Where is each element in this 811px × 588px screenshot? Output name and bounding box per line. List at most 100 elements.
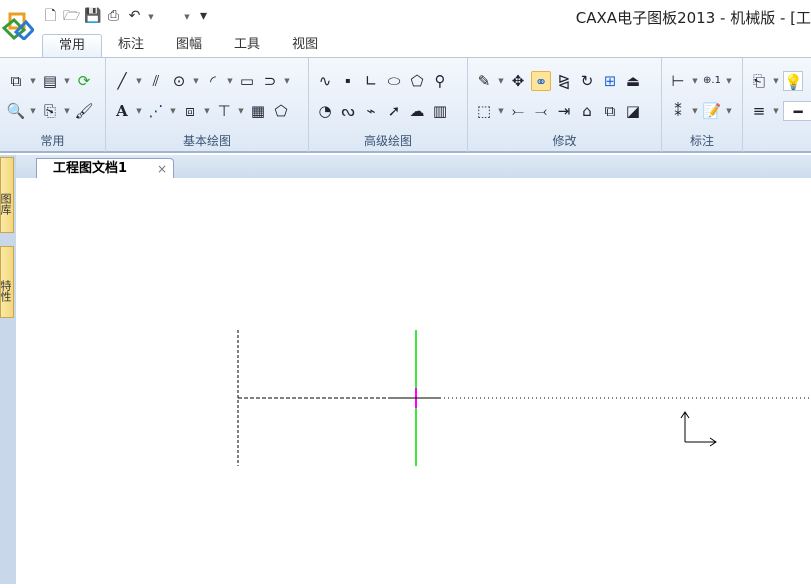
side-panel-properties[interactable]: 特性 <box>0 246 14 318</box>
group-modify: ✎ ▼ ✥ ⚭ ⧎ ↻ ⊞ ⏏ ⬚ ▼ ⤚ ⤙ ⇥ ⌂ ⧉ ◪ 修改 <box>468 58 662 152</box>
dropdown-arrow[interactable]: ▼ <box>725 107 733 115</box>
break-icon[interactable]: ⤚ <box>508 101 528 121</box>
undo-icon[interactable]: ↶ <box>126 8 143 25</box>
dropdown-arrow[interactable]: ▼ <box>283 77 291 85</box>
arrow-icon[interactable]: ➚ <box>384 101 404 121</box>
chamfer-icon[interactable]: ⌂ <box>577 101 597 121</box>
quick-access-toolbar: 🗋 🗁 💾 ⎙ ↶ ▼ ▼ ▾ <box>42 8 212 25</box>
dimension-icon[interactable]: ⊢ <box>668 71 688 91</box>
dropdown-arrow[interactable]: ▼ <box>691 107 699 115</box>
line-type-select[interactable]: ━ <box>783 101 811 121</box>
layer-icon[interactable]: ⎗ <box>749 71 769 91</box>
redo-dropdown[interactable]: ▼ <box>183 13 191 21</box>
tab-tools[interactable]: 工具 <box>218 34 276 58</box>
rotate-icon[interactable]: ↻ <box>577 71 597 91</box>
customize-icon[interactable]: ▾ <box>195 8 212 25</box>
spline-icon[interactable]: ∿ <box>315 71 335 91</box>
dropdown-arrow[interactable]: ▼ <box>725 77 733 85</box>
dropdown-arrow[interactable]: ▼ <box>192 77 200 85</box>
parallel-line-icon[interactable]: ⫽ <box>146 71 166 91</box>
layer-lightbulb-icon[interactable]: 💡 <box>783 71 803 91</box>
dropdown-arrow[interactable]: ▼ <box>203 107 211 115</box>
group-annotation: ⊢ ▼ ⊕.1 ▼ ⁑ ▼ 📝 ▼ 标注 <box>662 58 743 152</box>
tab-annotation[interactable]: 标注 <box>102 34 160 58</box>
group-label: 标注 <box>689 134 714 148</box>
break-line-icon[interactable]: ⌁ <box>361 101 381 121</box>
save-icon[interactable]: 💾 <box>84 8 101 25</box>
group-label: 修改 <box>552 134 577 148</box>
dropdown-arrow[interactable]: ▼ <box>772 77 780 85</box>
tab-view[interactable]: 视图 <box>276 34 334 58</box>
line-icon[interactable]: ╱ <box>112 71 132 91</box>
dropdown-arrow[interactable]: ▼ <box>29 107 37 115</box>
array-icon[interactable]: ⊞ <box>600 71 620 91</box>
tolerance-icon[interactable]: ⊕.1 <box>702 71 722 91</box>
group-properties: ⎗ ▼ 💡 ≡ ▼ ━ <box>743 58 811 152</box>
function-curve-icon[interactable]: ∟ <box>361 71 381 91</box>
hatch-icon[interactable]: ▦ <box>248 101 268 121</box>
dropdown-arrow[interactable]: ▼ <box>226 77 234 85</box>
copy-icon[interactable]: ⧉ <box>6 71 26 91</box>
ellipse-icon[interactable]: ⬭ <box>384 71 404 91</box>
insert-block-icon[interactable]: ⊤ <box>214 101 234 121</box>
dropdown-arrow[interactable]: ▼ <box>497 77 505 85</box>
undo-dropdown[interactable]: ▼ <box>147 13 155 21</box>
rectangle-icon[interactable]: ▭ <box>237 71 257 91</box>
erase-icon[interactable]: ✎ <box>474 71 494 91</box>
hole-icon[interactable]: ⚲ <box>430 71 450 91</box>
stretch-icon[interactable]: ⇥ <box>554 101 574 121</box>
dropdown-arrow[interactable]: ▼ <box>63 107 71 115</box>
dropdown-arrow[interactable]: ▼ <box>29 77 37 85</box>
open-icon[interactable]: 🗁 <box>63 8 80 25</box>
print-icon[interactable]: ⎙ <box>105 8 122 25</box>
offset-icon[interactable]: ⏏ <box>623 71 643 91</box>
tab-common[interactable]: 常用 <box>42 34 103 58</box>
line-weight-icon[interactable]: ≡ <box>749 101 769 121</box>
polyline-icon[interactable]: ⊃ <box>260 71 280 91</box>
extend-icon[interactable]: ⤙ <box>531 101 551 121</box>
move-icon[interactable]: ✥ <box>508 71 528 91</box>
scale-icon[interactable]: ⧉ <box>600 101 620 121</box>
wave-rotate-icon[interactable]: ◔ <box>315 101 335 121</box>
format-brush-icon[interactable]: 🖌 <box>74 101 94 121</box>
point-icon[interactable]: ▪ <box>338 71 358 91</box>
copy-selection-icon[interactable]: ⚭ <box>531 71 551 91</box>
side-panel-library[interactable]: 图库 <box>0 157 14 233</box>
left-panel-bar: 图库 特性 <box>0 155 16 584</box>
shaft-icon[interactable]: ▥ <box>430 101 450 121</box>
insert-icon[interactable]: ⎘ <box>40 101 60 121</box>
ribbon-tabs: 常用 标注 图幅 工具 视图 <box>0 34 811 58</box>
paste-icon[interactable]: ▤ <box>40 71 60 91</box>
text-note-icon[interactable]: 📝 <box>702 101 722 121</box>
dropdown-arrow[interactable]: ▼ <box>237 107 245 115</box>
text-icon[interactable]: A <box>112 101 132 121</box>
centerline-icon[interactable]: ⋰ <box>146 101 166 121</box>
refresh-icon[interactable]: ⟳ <box>74 71 94 91</box>
drawing-svg <box>237 330 811 466</box>
dropdown-arrow[interactable]: ▼ <box>497 107 505 115</box>
coordinate-dim-icon[interactable]: ⁑ <box>668 101 688 121</box>
dropdown-arrow[interactable]: ▼ <box>135 107 143 115</box>
dropdown-arrow[interactable]: ▼ <box>772 107 780 115</box>
zoom-icon[interactable]: 🔍 <box>6 101 26 121</box>
trim-icon[interactable]: ⬚ <box>474 101 494 121</box>
cloud-icon[interactable]: ☁ <box>407 101 427 121</box>
dropdown-arrow[interactable]: ▼ <box>691 77 699 85</box>
mirror-icon[interactable]: ⧎ <box>554 71 574 91</box>
tab-frame[interactable]: 图幅 <box>160 34 218 58</box>
fill-icon[interactable]: ⬠ <box>271 101 291 121</box>
document-tab[interactable]: 工程图文档1 × <box>36 158 174 179</box>
explode-icon[interactable]: ◪ <box>623 101 643 121</box>
dropdown-arrow[interactable]: ▼ <box>63 77 71 85</box>
polygon-icon[interactable]: ⬠ <box>407 71 427 91</box>
close-icon[interactable]: × <box>157 159 167 179</box>
circle-icon[interactable]: ⊙ <box>169 71 189 91</box>
new-icon[interactable]: 🗋 <box>42 8 59 25</box>
drawing-canvas[interactable] <box>16 178 811 584</box>
dropdown-arrow[interactable]: ▼ <box>169 107 177 115</box>
wave-line-icon[interactable]: ᔓ <box>338 101 358 121</box>
dropdown-arrow[interactable]: ▼ <box>135 77 143 85</box>
group-advanced-draw: ∿ ▪ ∟ ⬭ ⬠ ⚲ ◔ ᔓ ⌁ ➚ ☁ ▥ 高级绘图 <box>309 58 468 152</box>
block-icon[interactable]: ⧈ <box>180 101 200 121</box>
arc-icon[interactable]: ◜ <box>203 71 223 91</box>
